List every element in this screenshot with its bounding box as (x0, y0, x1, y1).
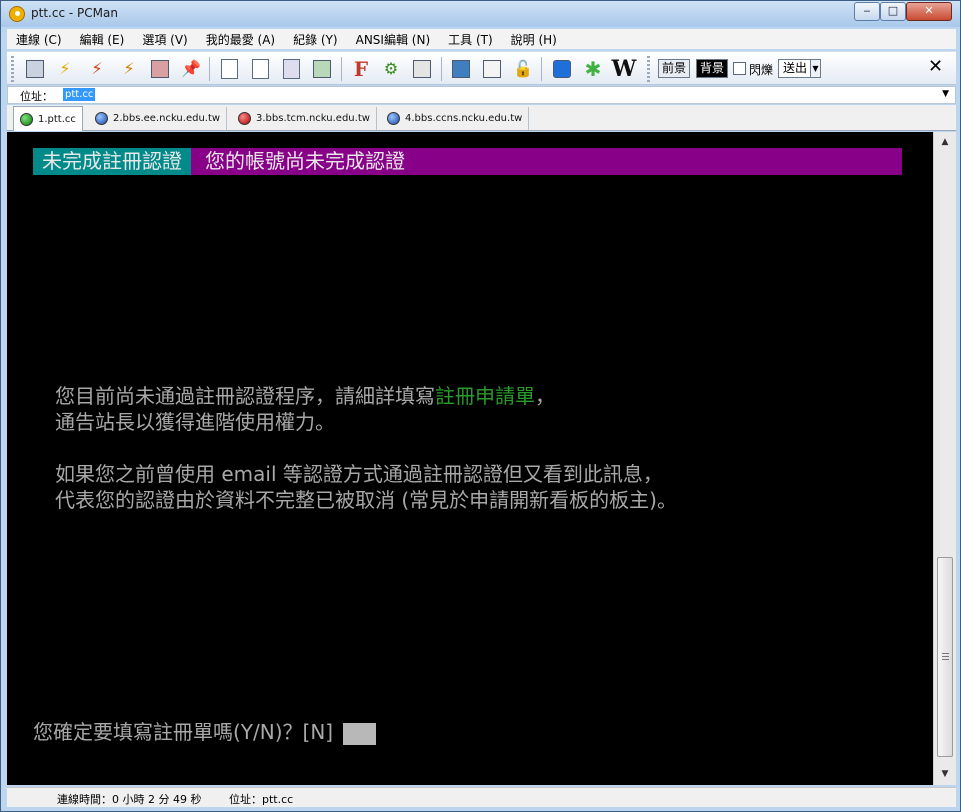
settings-gear-icon[interactable]: ⚙ (379, 57, 403, 81)
terminal-line-1: 您目前尚未通過註冊認證程序，請細詳填寫註冊申請單， (55, 384, 555, 408)
connection-status-icon (387, 112, 400, 125)
tab-label: 4.bbs.ccns.ncku.edu.tw (405, 113, 523, 124)
tab-label: 1.ptt.cc (38, 113, 76, 125)
lock-icon[interactable]: 🔓 (511, 57, 535, 81)
google-search-icon[interactable] (550, 57, 574, 81)
address-bar: 位址： ptt.cc ▼ (7, 86, 956, 104)
terminal-screen[interactable]: 未完成註冊認證 您的帳號尚未完成認證 您目前尚未通過註冊認證程序，請細詳填寫註冊… (7, 132, 933, 785)
toolbar-separator (541, 57, 542, 81)
toolbar-grip[interactable] (647, 56, 650, 82)
menu-tools[interactable]: 工具 (T) (439, 31, 502, 48)
close-tab-icon[interactable] (148, 57, 172, 81)
title-bar: ptt.cc - PCMan ‒ □ ✕ (1, 1, 960, 27)
blink-checkbox[interactable] (733, 62, 746, 75)
send-dropdown-icon[interactable]: ▼ (810, 59, 821, 78)
scroll-down-icon[interactable]: ▼ (934, 766, 956, 783)
registration-form-link-text: 註冊申請單 (435, 384, 535, 408)
app-logo-icon (9, 6, 25, 22)
tab-bbs-ee[interactable]: 2.bbs.ee.ncku.edu.tw (89, 107, 228, 130)
font-icon[interactable]: F (349, 57, 373, 81)
terminal-line-2: 通告站長以獲得進階使用權力。 (55, 410, 335, 434)
tab-label: 2.bbs.ee.ncku.edu.tw (113, 113, 221, 124)
fit-window-icon[interactable] (410, 57, 434, 81)
send-button[interactable]: 送出 (778, 59, 813, 78)
menu-bar: 連線 (C) 編輯 (E) 選項 (V) 我的最愛 (A) 紀錄 (Y) ANS… (7, 29, 956, 49)
tab-label: 3.bbs.tcm.ncku.edu.tw (256, 113, 370, 124)
background-color-button[interactable]: 背景 (696, 59, 729, 78)
disconnect-icon[interactable]: ⚡ (85, 57, 109, 81)
copy-ansi-icon[interactable] (279, 57, 303, 81)
tab-bar: 1.ptt.cc 2.bbs.ee.ncku.edu.tw 3.bbs.tcm.… (7, 105, 956, 131)
blink-label: 閃爍 (749, 63, 774, 77)
tab-bbs-tcm[interactable]: 3.bbs.tcm.ncku.edu.tw (232, 107, 377, 130)
site-list-icon[interactable] (23, 57, 47, 81)
ascii-art-icon[interactable] (480, 57, 504, 81)
vertical-scrollbar[interactable]: ▲ ▼ (933, 132, 956, 785)
toolbar-separator (441, 57, 442, 81)
add-favorite-icon[interactable]: 📌 (179, 57, 203, 81)
notice-banner: 未完成註冊認證 您的帳號尚未完成認證 (33, 148, 902, 175)
maximize-button[interactable]: □ (880, 2, 906, 21)
scrollbar-thumb[interactable] (937, 557, 953, 757)
close-window-button[interactable]: ✕ (906, 2, 952, 21)
banner-title: 未完成註冊認證 (33, 148, 191, 175)
terminal-line-3: 如果您之前曾使用 email 等認證方式通過註冊認證但又看到此訊息， (55, 462, 663, 486)
connect-icon[interactable]: ⚡ (53, 57, 77, 81)
foreground-color-button[interactable]: 前景 (658, 59, 691, 78)
toolbar-separator (209, 57, 210, 81)
copy-icon[interactable] (217, 57, 241, 81)
window-title: ptt.cc - PCMan (31, 6, 118, 20)
tab-ptt[interactable]: 1.ptt.cc (13, 106, 83, 131)
terminal-line-4: 代表您的認證由於資料不完整已被取消 (常見於申請開新看板的板主)。 (55, 488, 677, 512)
toolbar-close-icon[interactable]: ✕ (928, 56, 943, 77)
tab-bbs-ccns[interactable]: 4.bbs.ccns.ncku.edu.tw (381, 107, 530, 130)
paste-icon[interactable] (248, 57, 272, 81)
status-address: 位址：ptt.cc (229, 793, 294, 806)
flower-icon[interactable]: ✱ (581, 57, 605, 81)
toolbar: ⚡ ⚡ ⚡ 📌 F ⚙ 🔓 ✱ W 前景 背景 閃爍 送出 ▼ ✕ (7, 51, 956, 85)
connection-time: 連線時間：0 小時 2 分 49 秒 (57, 793, 202, 806)
menu-help[interactable]: 說明 (H) (502, 31, 566, 48)
menu-log[interactable]: 紀錄 (Y) (284, 31, 347, 48)
menu-connection[interactable]: 連線 (C) (7, 31, 71, 48)
menu-options[interactable]: 選項 (V) (133, 31, 196, 48)
status-bar: 連線時間：0 小時 2 分 49 秒 位址：ptt.cc (7, 787, 956, 807)
menu-favorites[interactable]: 我的最愛 (A) (197, 31, 284, 48)
scroll-up-icon[interactable]: ▲ (934, 134, 956, 151)
address-label: 位址： (20, 90, 53, 103)
address-input[interactable]: ptt.cc (63, 88, 96, 101)
confirm-prompt: 您確定要填寫註冊單嗎(Y/N)？[N] (33, 719, 377, 745)
terminal-cursor (343, 722, 377, 745)
minimize-button[interactable]: ‒ (854, 2, 880, 21)
menu-ansi-edit[interactable]: ANSI編輯 (N) (347, 31, 440, 48)
prompt-text: 您確定要填寫註冊單嗎(Y/N)？[N] (33, 720, 340, 744)
wikipedia-icon[interactable]: W (612, 57, 637, 81)
address-dropdown-icon[interactable]: ▼ (942, 89, 949, 99)
fullscreen-icon[interactable] (449, 57, 473, 81)
toolbar-separator (341, 57, 342, 81)
connection-status-icon (95, 112, 108, 125)
reconnect-icon[interactable]: ⚡ (117, 57, 141, 81)
toolbar-grip[interactable] (11, 56, 14, 82)
menu-edit[interactable]: 編輯 (E) (71, 31, 134, 48)
connection-status-icon (238, 112, 251, 125)
connection-status-icon (20, 112, 33, 126)
app-window: ptt.cc - PCMan ‒ □ ✕ 連線 (C) 編輯 (E) 選項 (V… (0, 0, 961, 812)
banner-message: 您的帳號尚未完成認證 (191, 148, 902, 175)
search-page-icon[interactable] (310, 57, 334, 81)
